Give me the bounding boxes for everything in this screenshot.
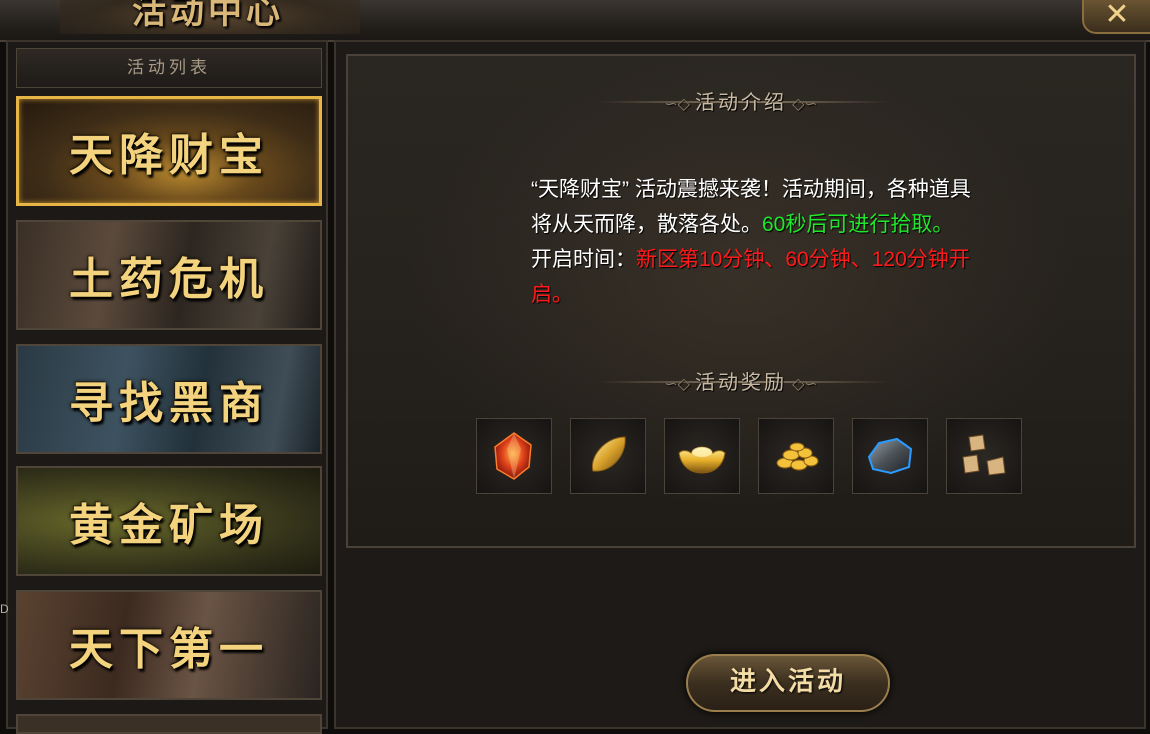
left-ornament-icon: ∽◇ <box>664 374 695 393</box>
close-button[interactable]: ✕ <box>1082 0 1150 34</box>
activity-item-tianjiang-caibao[interactable]: 天降财宝 <box>16 96 322 206</box>
activity-item-tianxia-diyi[interactable]: 天下第一 <box>16 590 322 700</box>
edge-letter: D <box>0 602 9 616</box>
iron-ore-icon <box>867 437 913 475</box>
reward-slot[interactable] <box>476 418 552 494</box>
gold-coins-icon <box>776 442 819 471</box>
reward-slot[interactable] <box>570 418 646 494</box>
activity-item-tuyao-weiji[interactable]: 土药危机 <box>16 220 322 330</box>
red-gem-icon <box>494 432 532 480</box>
enter-button-label: 进入活动 <box>729 667 846 697</box>
activity-detail-panel: ∽◇ 活动介绍 ◇∽ “天降财宝” 活动震撼来袭！活动期间，各种道具将从天而降，… <box>334 40 1146 729</box>
activity-item-partial[interactable] <box>16 714 322 734</box>
activity-item-label: 天降财宝 <box>69 130 269 181</box>
open-time-label: 开启时间： <box>531 248 636 271</box>
activity-list-header: 活动列表 <box>16 48 322 88</box>
right-ornament-icon: ◇∽ <box>787 94 818 113</box>
activity-description: “天降财宝” 活动震撼来袭！活动期间，各种道具将从天而降，散落各处。60秒后可进… <box>531 172 991 312</box>
activity-list-panel: 活动列表 天降财宝 土药危机 寻找黑商 黄金矿场 天下第一 <box>6 40 328 734</box>
activity-item-label: 黄金矿场 <box>69 500 269 551</box>
reward-slot[interactable] <box>852 418 928 494</box>
rewards-title: ∽◇ 活动奖励 ◇∽ <box>348 366 1134 395</box>
enter-activity-button[interactable]: 进入活动 <box>686 654 890 712</box>
activity-item-xunzhao-heishang[interactable]: 寻找黑商 <box>16 344 322 454</box>
reward-slot[interactable] <box>758 418 834 494</box>
activity-item-huangjin-kuangchang[interactable]: 黄金矿场 <box>16 466 322 576</box>
gold-shard-icon <box>591 436 626 472</box>
right-ornament-icon: ◇∽ <box>787 374 818 393</box>
activity-item-label: 寻找黑商 <box>69 378 269 429</box>
gold-ingot-icon <box>678 446 726 474</box>
rewards-title-text: 活动奖励 <box>695 370 787 394</box>
intro-title: ∽◇ 活动介绍 ◇∽ <box>348 86 1134 115</box>
intro-title-text: 活动介绍 <box>695 90 787 114</box>
close-x-icon: ✕ <box>1104 0 1130 32</box>
activity-item-label: 土药危机 <box>69 254 269 305</box>
activity-content: ∽◇ 活动介绍 ◇∽ “天降财宝” 活动震撼来袭！活动期间，各种道具将从天而降，… <box>346 54 1136 548</box>
window-title: 活动中心 <box>132 0 284 32</box>
title-bar: 活动中心 ✕ <box>0 0 1150 42</box>
activity-item-label: 天下第一 <box>69 624 269 675</box>
pickup-delay-text: 60秒后可进行拾取。 <box>762 213 954 236</box>
left-ornament-icon: ∽◇ <box>664 94 695 113</box>
reward-slot[interactable] <box>664 418 740 494</box>
reward-slot[interactable] <box>946 418 1022 494</box>
rewards-row <box>476 418 1036 498</box>
broken-stone-icon <box>962 434 1006 476</box>
